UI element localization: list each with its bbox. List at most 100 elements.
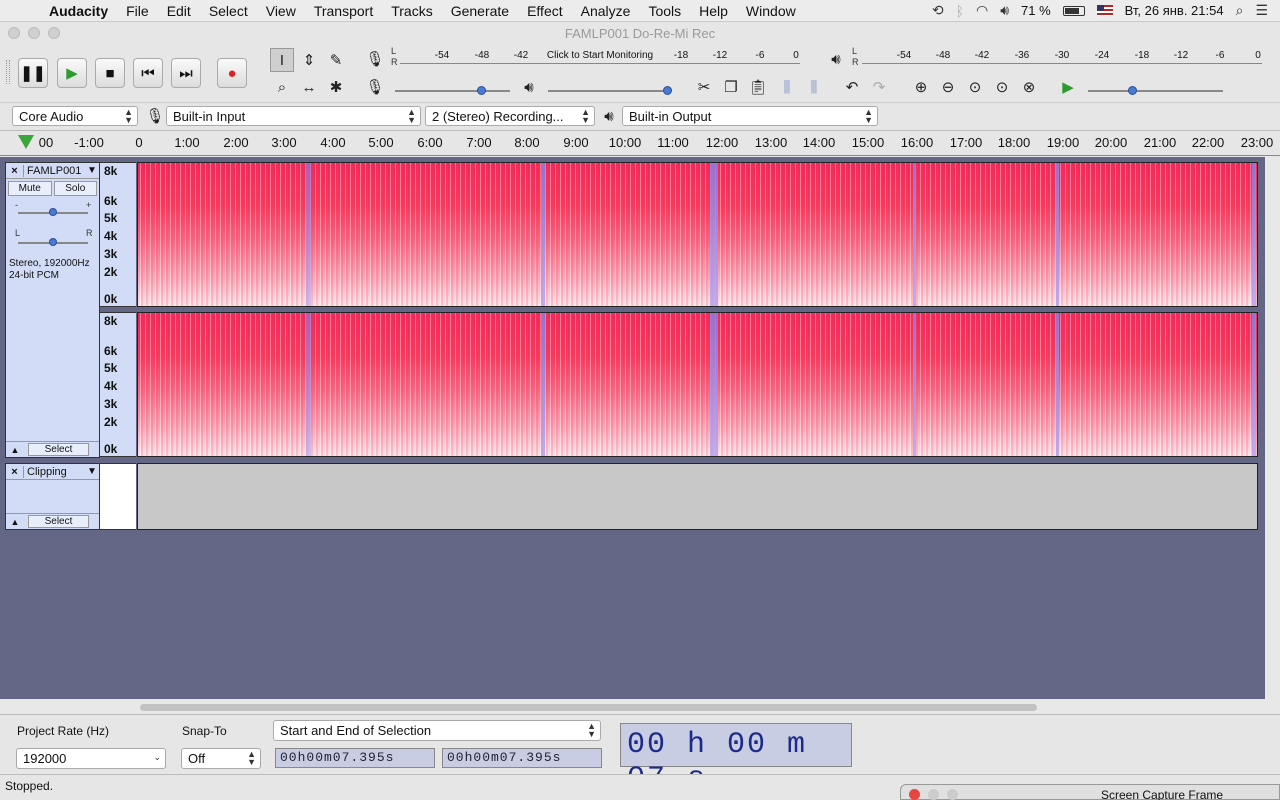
gain-knob[interactable] — [49, 208, 57, 216]
select-label-track-button[interactable]: Select — [28, 515, 89, 528]
record-meter[interactable]: -54 -48 -42 Click to Start Monitoring -1… — [400, 50, 800, 64]
clock[interactable]: Вт, 26 янв. 21:54 — [1125, 3, 1224, 18]
playback-volume-slider[interactable] — [548, 90, 668, 92]
selection-end-time[interactable]: 00h00m07.395s — [442, 748, 602, 768]
snap-to-select[interactable]: Off ▲ ▼ — [181, 748, 261, 769]
multi-tool[interactable]: ✱ — [324, 75, 348, 99]
zoom-out-button[interactable]: ⊖ — [936, 75, 960, 99]
minimize-window-button[interactable] — [28, 27, 40, 39]
horizontal-scrollbar[interactable] — [0, 700, 1265, 714]
input-source-flag-icon[interactable] — [1096, 5, 1113, 16]
envelope-tool[interactable]: ⇕ — [297, 48, 321, 72]
undo-button[interactable]: ↶ — [840, 75, 864, 99]
track-menu-dropdown-icon[interactable]: ▼ — [85, 466, 99, 477]
audio-track-control-panel[interactable]: × FAMLP001 D ▼ Mute Solo - + L R Stereo,… — [5, 162, 100, 458]
copy-button[interactable]: ❐ — [719, 75, 743, 99]
battery-icon[interactable] — [1062, 5, 1085, 16]
screen-capture-window[interactable]: Screen Capture Frame — [900, 784, 1280, 800]
cut-button[interactable]: ✂ — [692, 75, 716, 99]
zoom-in-button[interactable]: ⊕ — [909, 75, 933, 99]
menu-tracks[interactable]: Tracks — [382, 3, 441, 19]
mute-button[interactable]: Mute — [8, 181, 52, 196]
spectrogram-left-channel[interactable] — [137, 162, 1258, 307]
horizontal-scrollbar-thumb[interactable] — [140, 704, 1037, 711]
collapse-track-icon[interactable]: ▲ — [6, 445, 24, 455]
track-name-menu[interactable]: FAMLP001 D — [24, 165, 85, 177]
playback-meter-speaker-icon[interactable]: 🔊︎ — [824, 47, 848, 71]
record-meter-mic-icon[interactable]: 🎙︎ — [363, 47, 387, 71]
close-track-icon[interactable]: × — [6, 465, 24, 478]
recording-volume-slider[interactable] — [395, 90, 510, 92]
notification-center-icon[interactable]: ☰ — [1255, 2, 1268, 19]
toolbar-grip[interactable] — [6, 60, 10, 84]
bluetooth-icon[interactable]: ᛒ — [956, 3, 964, 19]
close-track-icon[interactable]: × — [6, 164, 24, 177]
label-track-control-panel[interactable]: × Clipping ▼ ▲ Select — [5, 463, 100, 530]
wifi-icon[interactable]: ◠ — [976, 2, 988, 19]
fit-project-button[interactable]: ⊙ — [990, 75, 1014, 99]
skip-to-end-button[interactable]: ⏭ — [171, 58, 201, 88]
stop-button[interactable]: ■ — [95, 58, 125, 88]
close-window-button[interactable] — [8, 27, 20, 39]
label-track-name-menu[interactable]: Clipping — [24, 466, 85, 478]
playback-volume-knob[interactable] — [663, 86, 672, 95]
minimize-window-button[interactable] — [928, 789, 939, 800]
redo-button[interactable]: ↷ — [867, 75, 891, 99]
play-head-icon[interactable] — [18, 135, 34, 149]
play-at-speed-button[interactable]: ▶ — [1056, 75, 1080, 99]
menu-generate[interactable]: Generate — [442, 3, 518, 19]
output-device-select[interactable]: Built-in Output ▲ ▼ — [622, 106, 878, 126]
track-menu-dropdown-icon[interactable]: ▼ — [85, 165, 99, 176]
recording-volume-knob[interactable] — [477, 86, 486, 95]
menu-transport[interactable]: Transport — [305, 3, 382, 19]
menu-effect[interactable]: Effect — [518, 3, 572, 19]
time-machine-icon[interactable]: ⟲ — [932, 2, 944, 19]
vertical-scrollbar[interactable] — [1265, 157, 1280, 714]
time-shift-tool[interactable]: ↔ — [297, 75, 321, 99]
collapse-track-icon[interactable]: ▲ — [6, 517, 24, 527]
record-button[interactable]: ● — [217, 58, 247, 88]
selection-start-time[interactable]: 00h00m07.395s — [275, 748, 435, 768]
silence-button[interactable]: ⫼ — [802, 75, 826, 99]
project-rate-combo[interactable]: 192000 ⌄ — [16, 748, 166, 769]
menu-select[interactable]: Select — [200, 3, 257, 19]
frequency-ruler-left-channel[interactable]: 8k 6k 5k 4k 3k 2k 0k — [100, 162, 136, 307]
close-window-button[interactable] — [909, 789, 920, 800]
play-speed-slider[interactable] — [1088, 90, 1223, 92]
menu-analyze[interactable]: Analyze — [572, 3, 640, 19]
selection-tool[interactable]: I — [270, 48, 294, 72]
zoom-window-button[interactable] — [947, 789, 958, 800]
input-channels-select[interactable]: 2 (Stereo) Recording... ▲ ▼ — [425, 106, 595, 126]
menu-help[interactable]: Help — [690, 3, 737, 19]
input-device-select[interactable]: Built-in Input ▲ ▼ — [166, 106, 421, 126]
fit-selection-button[interactable]: ⊙ — [963, 75, 987, 99]
volume-icon[interactable]: 🔊︎ — [1000, 2, 1009, 19]
timeline-ruler[interactable]: 00 -1:00 0 1:00 2:00 3:00 4:00 5:00 6:00… — [0, 130, 1280, 156]
spotlight-search-icon[interactable]: ⌕ — [1236, 2, 1244, 19]
app-menu[interactable]: Audacity — [40, 3, 117, 19]
play-button[interactable]: ▶ — [57, 58, 87, 88]
trim-button[interactable]: ⫼ — [775, 75, 799, 99]
draw-tool[interactable]: ✎ — [324, 48, 348, 72]
menu-file[interactable]: File — [117, 3, 158, 19]
zoom-tool[interactable]: ⌕ — [270, 75, 294, 99]
zoom-window-button[interactable] — [48, 27, 60, 39]
playback-meter[interactable]: -54 -48 -42 -36 -30 -24 -18 -12 -6 0 — [862, 50, 1262, 64]
play-speed-knob[interactable] — [1128, 86, 1137, 95]
audio-host-select[interactable]: Core Audio ▲ ▼ — [12, 106, 138, 126]
pause-button[interactable]: ❚❚ — [18, 58, 48, 88]
paste-button[interactable]: 📋︎ — [746, 75, 770, 99]
solo-button[interactable]: Solo — [53, 181, 97, 196]
audio-position-display[interactable]: 00 h 00 m 07 s — [620, 723, 852, 796]
label-track-area[interactable] — [137, 463, 1258, 530]
pan-knob[interactable] — [49, 238, 57, 246]
menu-view[interactable]: View — [257, 3, 305, 19]
select-track-button[interactable]: Select — [28, 443, 89, 456]
spectrogram-right-channel[interactable] — [137, 312, 1258, 457]
selection-mode-select[interactable]: Start and End of Selection ▲ ▼ — [273, 720, 601, 741]
zoom-toggle-button[interactable]: ⊗ — [1017, 75, 1041, 99]
skip-to-start-button[interactable]: ⏮ — [133, 58, 163, 88]
menu-tools[interactable]: Tools — [639, 3, 690, 19]
menu-edit[interactable]: Edit — [158, 3, 200, 19]
frequency-ruler-right-channel[interactable]: 8k 6k 5k 4k 3k 2k 0k — [100, 312, 136, 457]
